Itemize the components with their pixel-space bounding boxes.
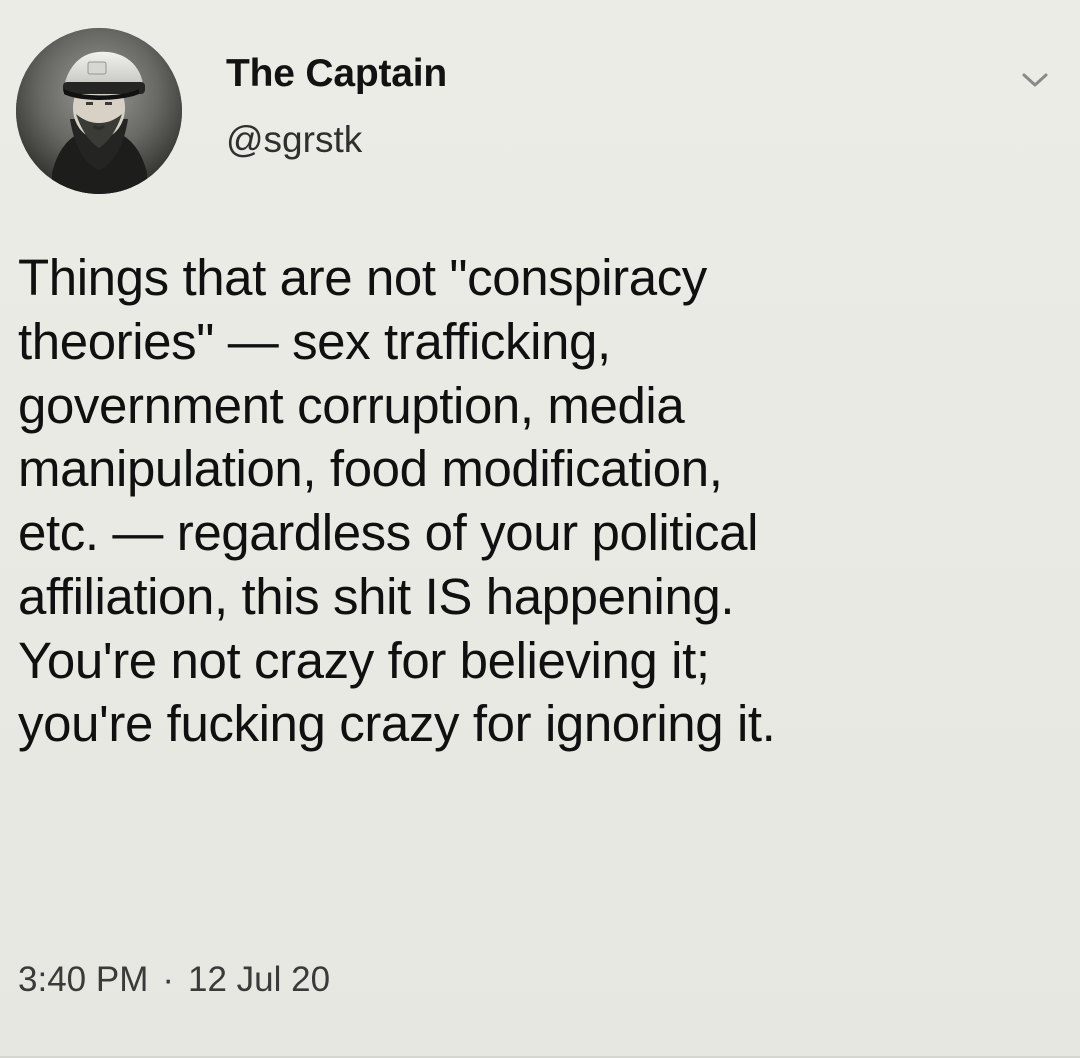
tweet-line: government corruption, media — [18, 376, 685, 434]
tweet-line: Things that are not "conspiracy — [18, 249, 707, 306]
tweet-menu-button[interactable] — [1012, 62, 1058, 102]
tweet-line: theories" — sex trafficking, — [18, 312, 611, 370]
chevron-down-icon — [1021, 71, 1049, 94]
tweet-timestamp[interactable]: 3:40 PM · 12 Jul 20 — [18, 962, 330, 997]
timestamp-separator: · — [162, 960, 175, 999]
tweet-header: The Captain @sgrstk — [16, 28, 1064, 198]
tweet-line: you're fucking crazy for ignoring it. — [18, 695, 776, 753]
tweet-line: You're not crazy for believing it; — [18, 631, 710, 689]
tweet-line: manipulation, food modification, — [18, 440, 723, 498]
tweet-text: Things that are not "conspiracy theories… — [18, 246, 1064, 756]
user-meta: The Captain @sgrstk — [226, 53, 447, 160]
avatar[interactable] — [16, 28, 182, 194]
user-handle[interactable]: @sgrstk — [226, 120, 447, 160]
tweet-date: 12 Jul 20 — [188, 960, 331, 999]
tweet-time: 3:40 PM — [18, 960, 149, 999]
tweet-card: The Captain @sgrstk Things that are not … — [0, 0, 1080, 1058]
tweet-line: affiliation, this shit IS happening. — [18, 567, 735, 625]
tweet-line: etc. — regardless of your political — [18, 504, 758, 561]
display-name[interactable]: The Captain — [226, 53, 447, 95]
